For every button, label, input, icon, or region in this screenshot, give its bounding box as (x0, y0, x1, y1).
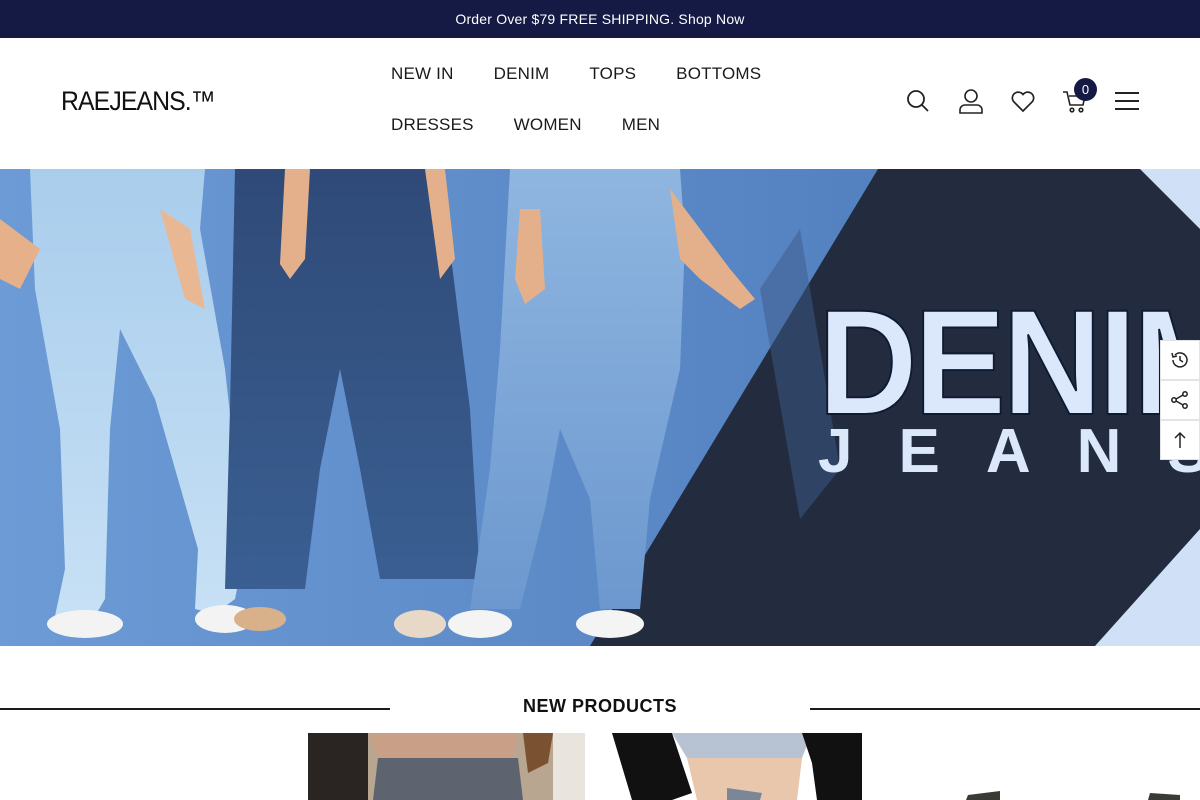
product-image (612, 733, 862, 800)
cart-icon[interactable]: 0 (1062, 78, 1097, 114)
share-icon[interactable] (1160, 380, 1200, 420)
nav-item-women[interactable]: WOMEN (514, 115, 582, 135)
site-header: RAEJEANS.™ NEW IN DENIM TOPS BOTTOMS DRE… (0, 38, 1200, 169)
hero-banner[interactable]: DENIM JEANS (0, 169, 1200, 646)
nav-item-men[interactable]: MEN (622, 115, 660, 135)
hero-subtitle: JEANS (818, 417, 1200, 486)
product-grid (0, 733, 1200, 800)
divider (0, 708, 390, 710)
nav-item-bottoms[interactable]: BOTTOMS (676, 64, 761, 84)
side-tools (1160, 340, 1200, 460)
product-image (940, 733, 1200, 800)
cart-count-badge: 0 (1074, 78, 1097, 101)
header-icons: 0 (905, 78, 1140, 114)
nav-item-new-in[interactable]: NEW IN (391, 64, 454, 84)
nav-row: NEW IN DENIM TOPS BOTTOMS (391, 64, 811, 115)
divider (810, 708, 1200, 710)
product-image (308, 733, 585, 800)
wishlist-icon[interactable] (1010, 88, 1036, 114)
new-products-header: NEW PRODUCTS (0, 690, 1200, 726)
section-title: NEW PRODUCTS (523, 696, 677, 716)
account-icon[interactable] (958, 88, 984, 114)
recently-viewed-icon[interactable] (1160, 340, 1200, 380)
nav-item-denim[interactable]: DENIM (494, 64, 550, 84)
nav-item-dresses[interactable]: DRESSES (391, 115, 474, 135)
announcement-text[interactable]: Order Over $79 FREE SHIPPING. Shop Now (455, 11, 744, 27)
product-card[interactable] (308, 733, 585, 800)
product-card[interactable] (940, 733, 1200, 800)
search-icon[interactable] (905, 88, 931, 114)
nav-item-tops[interactable]: TOPS (589, 64, 636, 84)
nav-row: DRESSES WOMEN MEN (391, 115, 811, 166)
hero-title: DENIM (817, 278, 1200, 446)
menu-icon[interactable] (1114, 88, 1140, 114)
logo[interactable]: RAEJEANS.™ (61, 86, 216, 117)
announcement-bar[interactable]: Order Over $79 FREE SHIPPING. Shop Now (0, 0, 1200, 38)
product-card[interactable] (612, 733, 862, 800)
main-nav: NEW IN DENIM TOPS BOTTOMS DRESSES WOMEN … (391, 64, 811, 166)
back-to-top-icon[interactable] (1160, 420, 1200, 460)
